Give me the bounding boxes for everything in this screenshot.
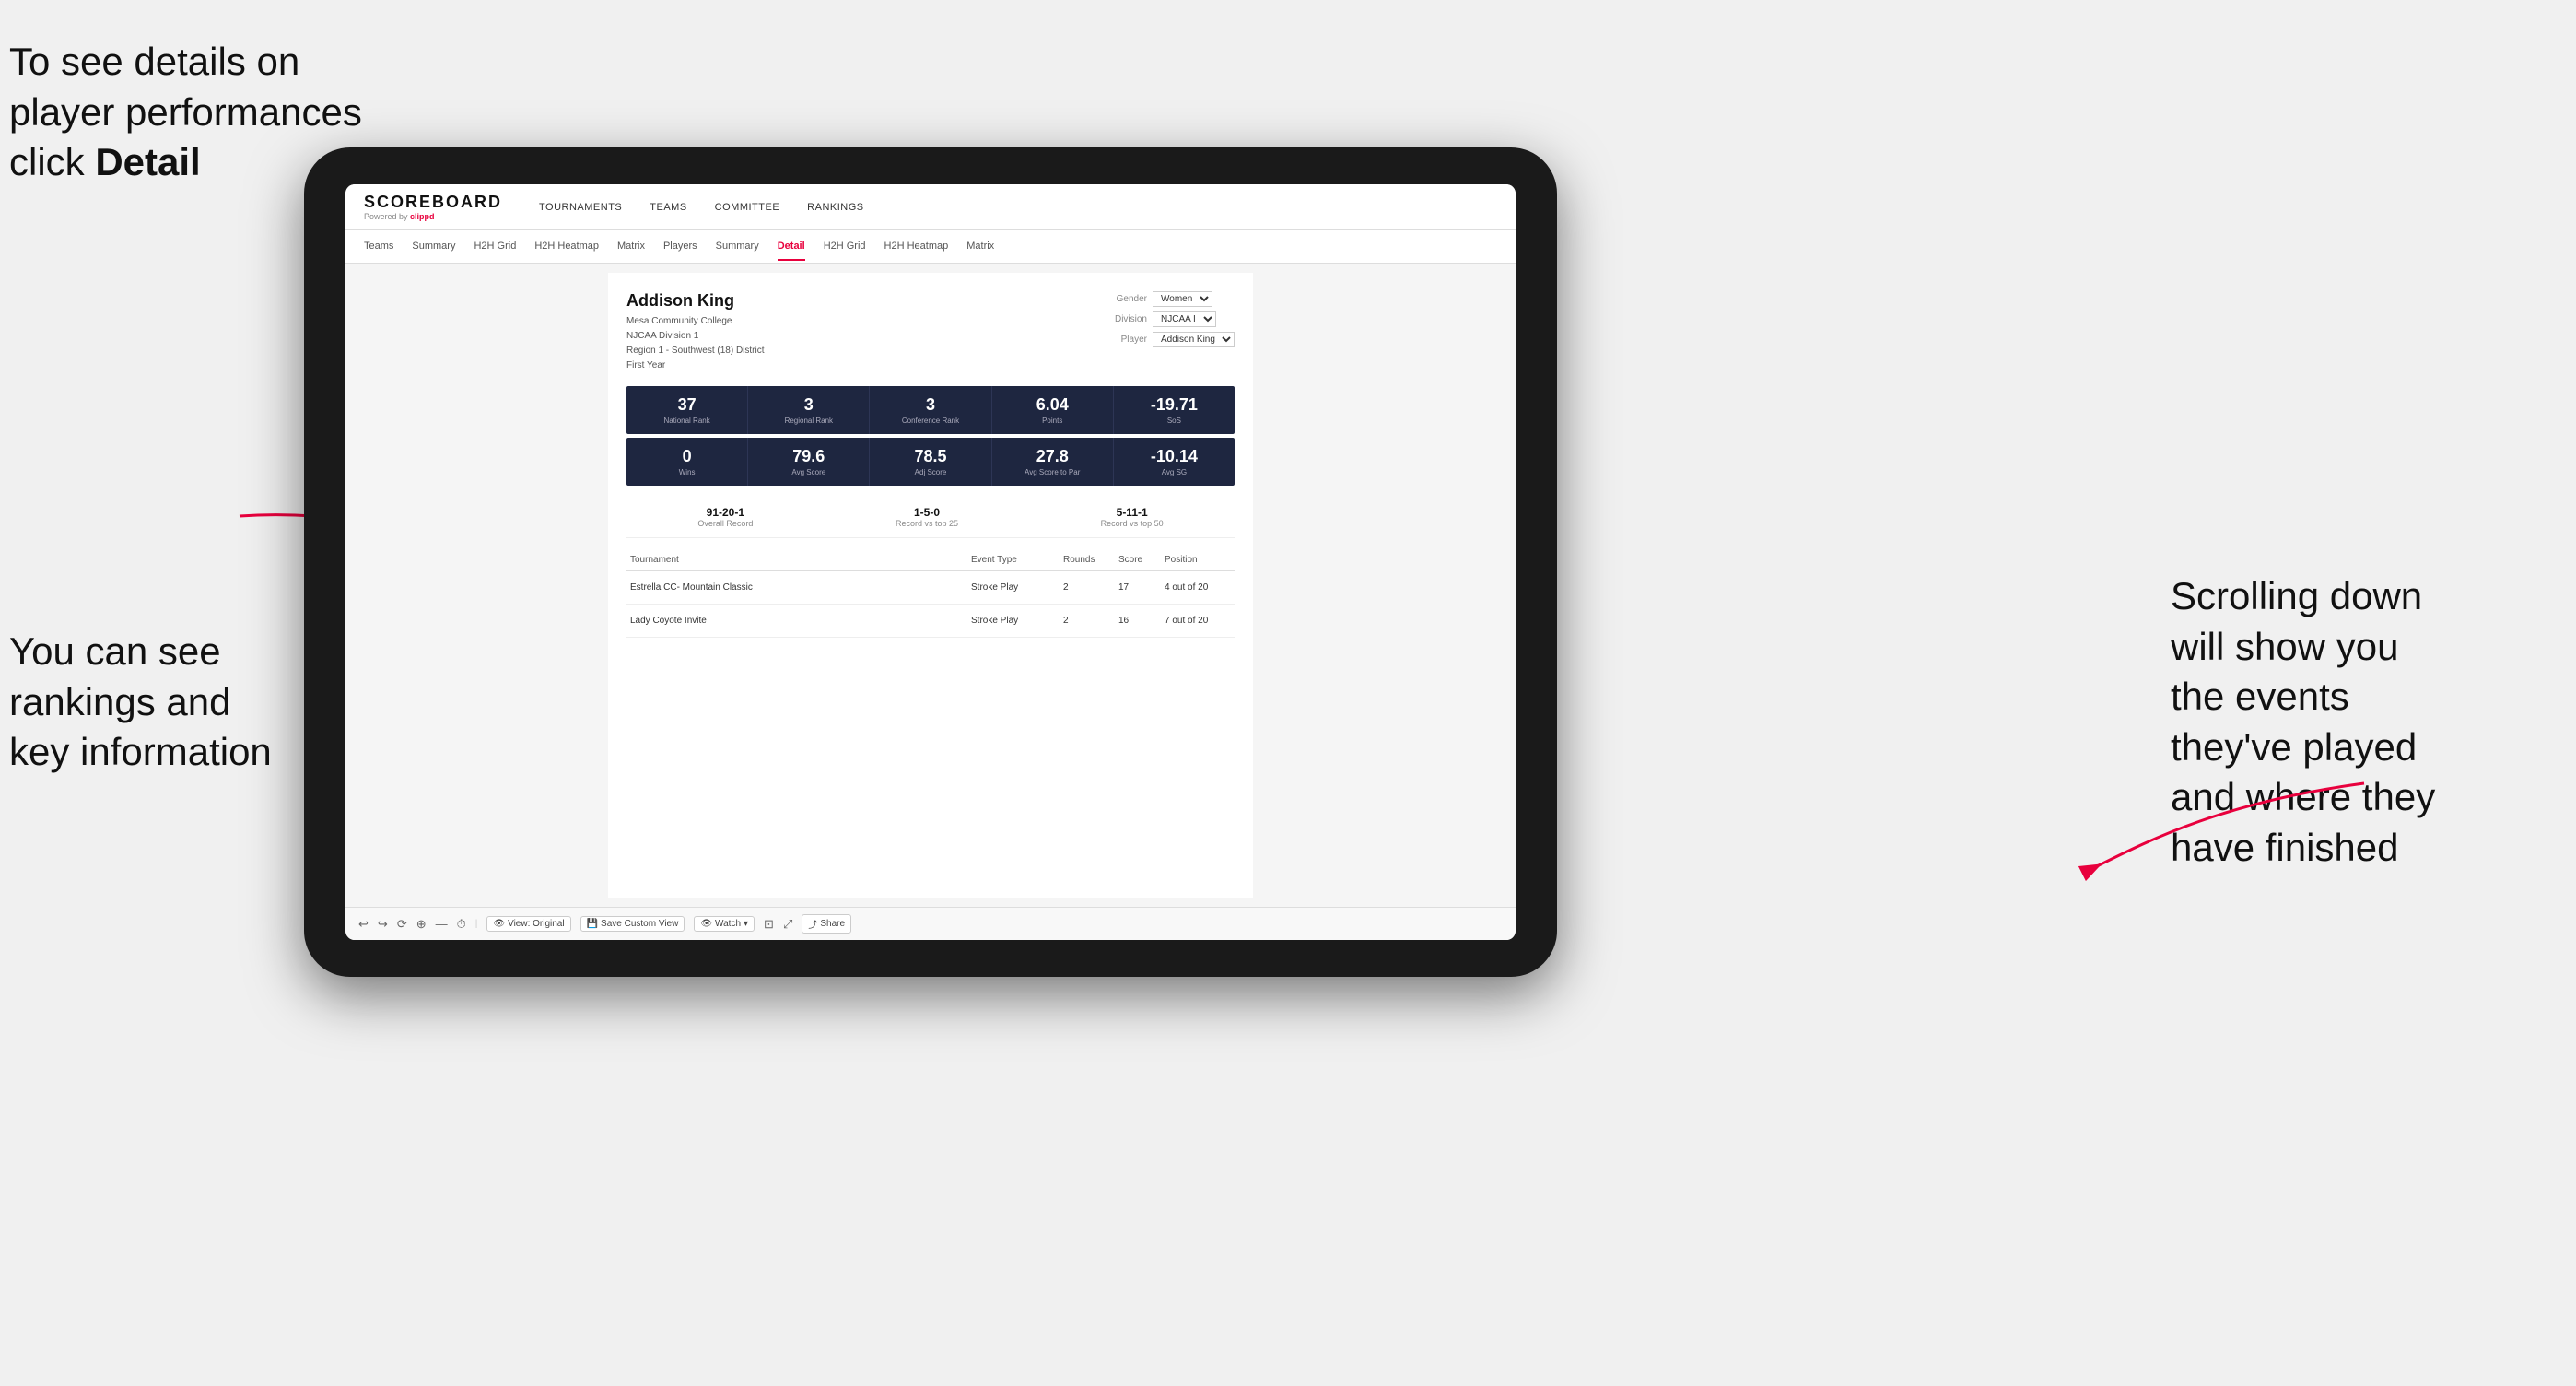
stat-adj-score: 78.5 Adj Score bbox=[870, 438, 991, 486]
arrow-scroll-icon bbox=[2042, 746, 2410, 912]
subnav-h2h-heatmap[interactable]: H2H Heatmap bbox=[534, 233, 599, 261]
nav-tournaments[interactable]: TOURNAMENTS bbox=[539, 198, 622, 217]
content-inner: Addison King Mesa Community College NJCA… bbox=[608, 273, 1253, 898]
view-original-button[interactable]: 👁 View: Original bbox=[486, 916, 570, 932]
share-icon: ⤴ bbox=[808, 917, 817, 931]
view-icon: 👁 bbox=[493, 919, 505, 929]
rounds-1: 2 bbox=[1060, 571, 1115, 605]
subnav-summary2[interactable]: Summary bbox=[716, 233, 759, 261]
th-rounds: Rounds bbox=[1060, 549, 1115, 571]
position-2: 7 out of 20 bbox=[1161, 605, 1235, 638]
subnav-h2h-grid[interactable]: H2H Grid bbox=[474, 233, 516, 261]
tournament-name-1: Estrella CC- Mountain Classic bbox=[626, 571, 967, 605]
player-info-right: Gender Women Division NJCAA I bbox=[1101, 291, 1235, 373]
record-overall: 91-20-1 Overall Record bbox=[697, 506, 753, 528]
minus-icon[interactable]: — bbox=[436, 917, 448, 931]
gender-field-row: Gender Women bbox=[1101, 291, 1235, 307]
expand-icon[interactable]: ⤢ bbox=[783, 917, 792, 932]
player-name: Addison King bbox=[626, 291, 765, 311]
save-custom-view-button[interactable]: 💾 Save Custom View bbox=[580, 916, 685, 932]
score-2: 16 bbox=[1115, 605, 1161, 638]
nav-committee[interactable]: COMMITTEE bbox=[715, 198, 780, 217]
tournament-name-2: Lady Coyote Invite bbox=[626, 605, 967, 638]
subnav-h2h-grid2[interactable]: H2H Grid bbox=[824, 233, 866, 261]
main-content: Addison King Mesa Community College NJCA… bbox=[345, 264, 1516, 907]
bottom-toolbar: ↩ ↪ ⟳ ⊕ — ⏱ | 👁 View: Original 💾 Save Cu… bbox=[345, 907, 1516, 940]
rounds-2: 2 bbox=[1060, 605, 1115, 638]
subnav-matrix[interactable]: Matrix bbox=[617, 233, 645, 261]
player-year: First Year bbox=[626, 358, 765, 373]
logo-powered: Powered by clippd bbox=[364, 212, 502, 221]
table-row: Lady Coyote Invite Stroke Play 2 16 7 ou… bbox=[626, 605, 1235, 638]
zoom-icon[interactable]: ⊕ bbox=[416, 917, 427, 932]
logo-area: SCOREBOARD Powered by clippd bbox=[364, 193, 502, 221]
record-top25: 1-5-0 Record vs top 25 bbox=[896, 506, 958, 528]
th-tournament: Tournament bbox=[626, 549, 967, 571]
player-field-row: Player Addison King bbox=[1101, 332, 1235, 347]
watch-icon: 👁 bbox=[700, 919, 712, 929]
refresh-icon[interactable]: ⟳ bbox=[397, 917, 407, 932]
tablet: SCOREBOARD Powered by clippd TOURNAMENTS… bbox=[304, 147, 1557, 977]
stat-avg-sg: -10.14 Avg SG bbox=[1114, 438, 1235, 486]
table-row: Estrella CC- Mountain Classic Stroke Pla… bbox=[626, 571, 1235, 605]
undo-icon[interactable]: ↩ bbox=[358, 917, 369, 932]
event-type-2: Stroke Play bbox=[967, 605, 1060, 638]
player-info-left: Addison King Mesa Community College NJCA… bbox=[626, 291, 765, 373]
watch-button[interactable]: 👁 Watch ▾ bbox=[694, 916, 755, 932]
subnav-players[interactable]: Players bbox=[663, 233, 697, 261]
nav-rankings[interactable]: RANKINGS bbox=[807, 198, 863, 217]
record-top50: 5-11-1 Record vs top 50 bbox=[1101, 506, 1164, 528]
gender-label: Gender bbox=[1101, 294, 1147, 304]
nav-teams[interactable]: TEAMS bbox=[650, 198, 686, 217]
player-region: Region 1 - Southwest (18) District bbox=[626, 344, 765, 358]
stat-national-rank: 37 National Rank bbox=[626, 386, 748, 434]
division-select[interactable]: NJCAA I bbox=[1153, 311, 1216, 327]
records-row: 91-20-1 Overall Record 1-5-0 Record vs t… bbox=[626, 497, 1235, 538]
annotation-bottom-left: You can seerankings andkey information bbox=[9, 627, 272, 778]
screen-icon[interactable]: ⊡ bbox=[764, 917, 774, 932]
stats-row-2: 0 Wins 79.6 Avg Score 78.5 Adj Score 27.… bbox=[626, 438, 1235, 486]
stats-row-1: 37 National Rank 3 Regional Rank 3 Confe… bbox=[626, 386, 1235, 434]
subnav-detail[interactable]: Detail bbox=[778, 233, 805, 261]
logo-scoreboard: SCOREBOARD bbox=[364, 193, 502, 212]
share-button[interactable]: ⤴ Share bbox=[802, 914, 851, 934]
stat-sos: -19.71 SoS bbox=[1114, 386, 1235, 434]
position-1: 4 out of 20 bbox=[1161, 571, 1235, 605]
th-position: Position bbox=[1161, 549, 1235, 571]
player-header: Addison King Mesa Community College NJCA… bbox=[626, 291, 1235, 373]
watch-chevron-icon: ▾ bbox=[744, 919, 748, 929]
player-label: Player bbox=[1101, 335, 1147, 345]
subnav-h2h-heatmap2[interactable]: H2H Heatmap bbox=[884, 233, 949, 261]
th-event-type: Event Type bbox=[967, 549, 1060, 571]
gender-select[interactable]: Women bbox=[1153, 291, 1212, 307]
stat-avg-score: 79.6 Avg Score bbox=[748, 438, 870, 486]
clock-icon[interactable]: ⏱ bbox=[457, 917, 466, 932]
stat-regional-rank: 3 Regional Rank bbox=[748, 386, 870, 434]
sub-nav: Teams Summary H2H Grid H2H Heatmap Matri… bbox=[345, 230, 1516, 264]
stat-conference-rank: 3 Conference Rank bbox=[870, 386, 991, 434]
division-label: Division bbox=[1101, 314, 1147, 324]
th-score: Score bbox=[1115, 549, 1161, 571]
score-1: 17 bbox=[1115, 571, 1161, 605]
player-select[interactable]: Addison King bbox=[1153, 332, 1235, 347]
subnav-teams[interactable]: Teams bbox=[364, 233, 393, 261]
event-type-1: Stroke Play bbox=[967, 571, 1060, 605]
redo-icon[interactable]: ↪ bbox=[378, 917, 388, 932]
subnav-matrix2[interactable]: Matrix bbox=[966, 233, 994, 261]
stat-wins: 0 Wins bbox=[626, 438, 748, 486]
top-nav: SCOREBOARD Powered by clippd TOURNAMENTS… bbox=[345, 184, 1516, 230]
tablet-screen: SCOREBOARD Powered by clippd TOURNAMENTS… bbox=[345, 184, 1516, 940]
subnav-summary[interactable]: Summary bbox=[412, 233, 455, 261]
save-icon: 💾 bbox=[587, 919, 598, 929]
division-field-row: Division NJCAA I bbox=[1101, 311, 1235, 327]
tournament-table: Tournament Event Type Rounds Score Posit… bbox=[626, 549, 1235, 638]
player-division: NJCAA Division 1 bbox=[626, 329, 765, 344]
stat-points: 6.04 Points bbox=[992, 386, 1114, 434]
stat-avg-score-to-par: 27.8 Avg Score to Par bbox=[992, 438, 1114, 486]
player-school: Mesa Community College bbox=[626, 314, 765, 329]
toolbar-sep-1: | bbox=[475, 919, 478, 929]
